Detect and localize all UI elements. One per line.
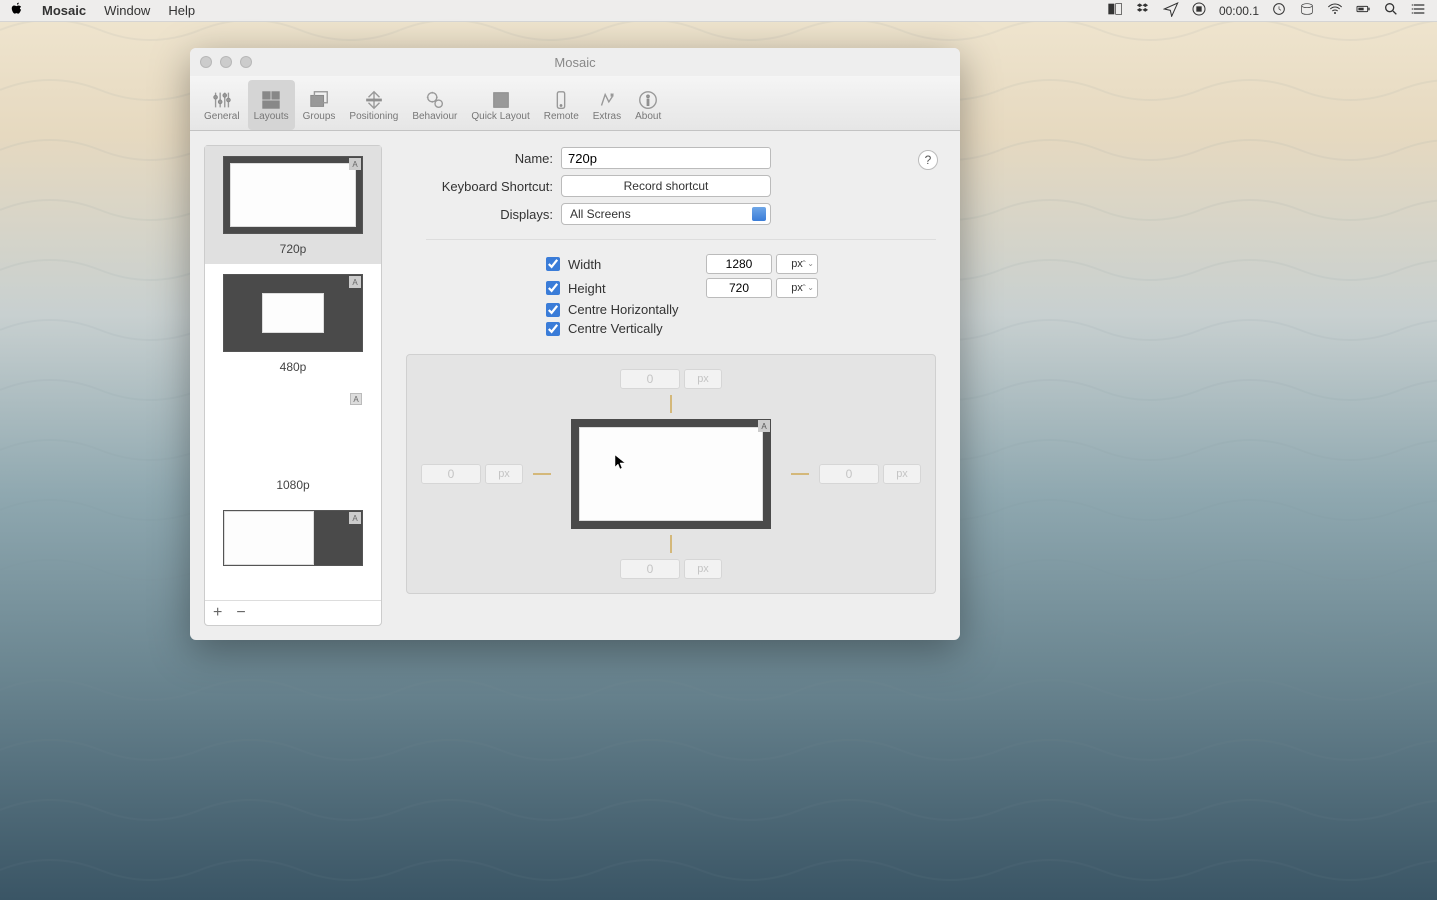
- menu-window[interactable]: Window: [104, 3, 150, 18]
- width-checkbox[interactable]: [546, 257, 560, 271]
- badge-a-icon: A: [349, 512, 361, 524]
- margin-right-control: px: [819, 464, 921, 484]
- cursor-icon: [615, 455, 627, 471]
- sidebar-footer: + −: [205, 600, 381, 625]
- margin-bottom-control: px: [620, 559, 722, 579]
- width-input[interactable]: [706, 254, 772, 274]
- layout-label: 720p: [217, 242, 369, 256]
- dropbox-icon[interactable]: [1135, 1, 1151, 20]
- badge-a-icon: A: [758, 420, 770, 432]
- titlebar[interactable]: Mosaic: [190, 48, 960, 76]
- centre-h-checkbox[interactable]: [546, 303, 560, 317]
- tab-extras[interactable]: Extras: [587, 80, 627, 130]
- remove-layout-button[interactable]: −: [236, 604, 245, 622]
- sync-icon[interactable]: [1271, 1, 1287, 20]
- preview-screen: A: [571, 419, 771, 529]
- wifi-icon[interactable]: [1327, 1, 1343, 20]
- apple-menu[interactable]: [10, 2, 24, 19]
- layout-thumb: A: [223, 156, 363, 234]
- margin-top-unit: px: [684, 369, 722, 389]
- location-icon[interactable]: [1163, 1, 1179, 20]
- margin-bottom-unit: px: [684, 559, 722, 579]
- help-button[interactable]: ?: [918, 150, 938, 170]
- zoom-button[interactable]: [240, 56, 252, 68]
- layout-label: 480p: [217, 360, 369, 374]
- menubar: Mosaic Window Help 00:00.1: [0, 0, 1437, 22]
- layout-item-4[interactable]: A: [205, 500, 381, 566]
- minimize-button[interactable]: [220, 56, 232, 68]
- tab-positioning[interactable]: Positioning: [343, 80, 404, 130]
- height-unit-select[interactable]: px: [776, 278, 818, 298]
- centre-h-label: Centre Horizontally: [568, 302, 679, 317]
- tab-layouts[interactable]: Layouts: [248, 80, 295, 130]
- stop-icon[interactable]: [1191, 1, 1207, 20]
- tab-remote[interactable]: Remote: [538, 80, 585, 130]
- battery-icon[interactable]: [1355, 1, 1371, 20]
- list-icon[interactable]: [1411, 1, 1427, 20]
- height-input[interactable]: [706, 278, 772, 298]
- layout-item-1080p[interactable]: A 1080p: [205, 382, 381, 500]
- margin-left-unit: px: [485, 464, 523, 484]
- add-layout-button[interactable]: +: [213, 604, 222, 622]
- disk-icon[interactable]: [1299, 1, 1315, 20]
- margin-top-control: px: [620, 369, 722, 389]
- toolbar: General Layouts Groups Positioning Behav…: [190, 76, 960, 131]
- layout-item-480p[interactable]: A 480p: [205, 264, 381, 382]
- layout-label: 1080p: [217, 478, 369, 492]
- displays-select[interactable]: All Screens: [561, 203, 771, 225]
- clock-text: 00:00.1: [1219, 4, 1259, 18]
- layout-thumb: A: [223, 274, 363, 352]
- window-title: Mosaic: [554, 55, 595, 70]
- width-label: Width: [568, 257, 698, 272]
- spotlight-icon[interactable]: [1383, 1, 1399, 20]
- margin-right-input: [819, 464, 879, 484]
- margin-left-control: px: [421, 464, 523, 484]
- width-unit-select[interactable]: px: [776, 254, 818, 274]
- record-shortcut-button[interactable]: Record shortcut: [561, 175, 771, 197]
- margin-right-unit: px: [883, 464, 921, 484]
- displays-label: Displays:: [406, 207, 561, 222]
- mosaic-menubar-icon[interactable]: [1107, 1, 1123, 20]
- name-label: Name:: [406, 151, 561, 166]
- margin-bottom-input: [620, 559, 680, 579]
- name-field[interactable]: [561, 147, 771, 169]
- badge-a-icon: A: [350, 393, 362, 405]
- margin-left-input: [421, 464, 481, 484]
- detail-pane: Name: Keyboard Shortcut: Record shortcut…: [396, 145, 946, 626]
- close-button[interactable]: [200, 56, 212, 68]
- layout-thumb: A: [223, 392, 363, 470]
- tab-general[interactable]: General: [198, 80, 246, 130]
- tab-behaviour[interactable]: Behaviour: [406, 80, 463, 130]
- badge-a-icon: A: [349, 276, 361, 288]
- tab-quicklayout[interactable]: Quick Layout: [465, 80, 535, 130]
- tab-groups[interactable]: Groups: [297, 80, 342, 130]
- badge-a-icon: A: [349, 158, 361, 170]
- preview-box: px px A px: [406, 354, 936, 594]
- layout-item-720p[interactable]: A 720p: [205, 146, 381, 264]
- app-name[interactable]: Mosaic: [42, 3, 86, 18]
- preferences-window: Mosaic General Layouts Groups Positionin…: [190, 48, 960, 640]
- height-checkbox[interactable]: [546, 281, 560, 295]
- centre-v-checkbox[interactable]: [546, 322, 560, 336]
- layout-thumb: A: [223, 510, 363, 566]
- margin-top-input: [620, 369, 680, 389]
- tab-about[interactable]: About: [629, 80, 667, 130]
- centre-v-label: Centre Vertically: [568, 321, 663, 336]
- shortcut-label: Keyboard Shortcut:: [406, 179, 561, 194]
- layout-sidebar: A 720p A 480p A 1080p A + −: [204, 145, 382, 626]
- menu-help[interactable]: Help: [168, 3, 195, 18]
- height-label: Height: [568, 281, 698, 296]
